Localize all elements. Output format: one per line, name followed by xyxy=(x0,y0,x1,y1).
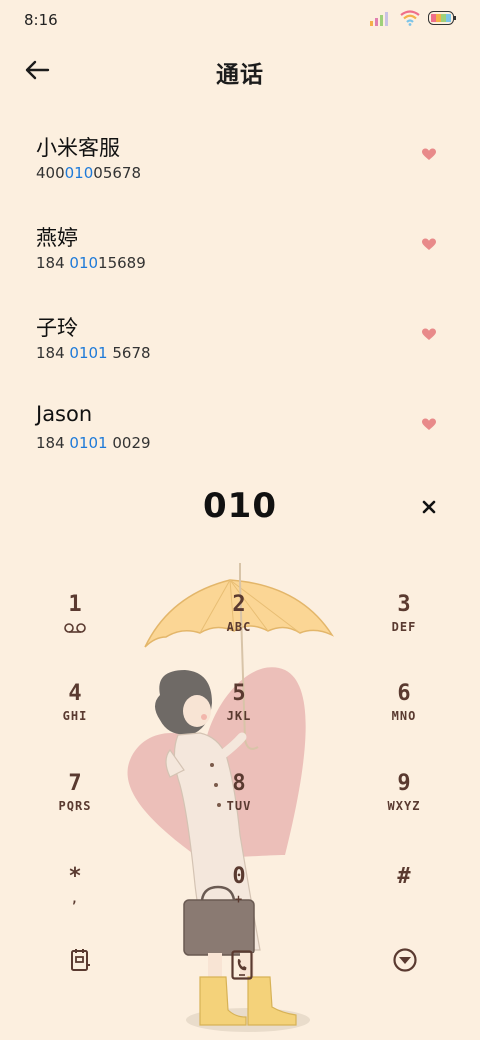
key-letters: DEF xyxy=(391,620,417,634)
key-digit: 2 xyxy=(232,592,246,617)
contacts-book-icon xyxy=(71,949,90,971)
status-icons xyxy=(370,10,456,26)
contact-number: 184 0101 0029 xyxy=(36,434,151,452)
contact-number: 184 0101 5678 xyxy=(36,344,151,362)
signal-icon xyxy=(370,12,388,26)
status-time: 8:16 xyxy=(24,11,58,29)
number-part: 0029 xyxy=(107,434,151,452)
clear-digit-button[interactable] xyxy=(416,494,442,520)
key-9[interactable]: 9 WXYZ xyxy=(344,771,464,851)
key-letters: MNO xyxy=(391,709,417,723)
number-part: 184 xyxy=(36,434,70,452)
key-4[interactable]: 4 GHI xyxy=(15,681,135,761)
key-digit: * xyxy=(68,864,82,889)
heart-icon xyxy=(422,418,436,430)
key-6[interactable]: 6 MNO xyxy=(344,681,464,761)
key-digit: 5 xyxy=(232,681,246,706)
key-letters: WXYZ xyxy=(387,799,421,813)
contacts-button[interactable] xyxy=(50,935,110,985)
key-letters: + xyxy=(234,892,244,906)
key-0[interactable]: 0 + xyxy=(179,864,299,944)
key-digit: 7 xyxy=(68,771,82,796)
key-letters: GHI xyxy=(62,709,88,723)
key-letters: TUV xyxy=(226,799,252,813)
key-digit: 1 xyxy=(68,592,82,617)
contact-item[interactable]: 小米客服 40001005678 xyxy=(0,120,480,210)
key-digit: # xyxy=(397,864,411,889)
key-5[interactable]: 5 JKL xyxy=(179,681,299,761)
heart-icon xyxy=(422,238,436,250)
number-match: 010 xyxy=(69,254,99,272)
key-letters: PQRS xyxy=(58,799,92,813)
number-part: 400 xyxy=(36,164,65,182)
key-hash[interactable]: # xyxy=(344,864,464,944)
number-part: 05678 xyxy=(93,164,141,182)
key-digit: 6 xyxy=(397,681,411,706)
call-button[interactable] xyxy=(212,940,272,990)
voicemail-icon xyxy=(64,623,86,633)
contact-item[interactable]: 燕婷 184 01015689 xyxy=(0,210,480,300)
header: 通话 xyxy=(0,44,480,96)
key-8[interactable]: 8 TUV xyxy=(179,771,299,851)
key-digit: 9 xyxy=(397,771,411,796)
collapse-keypad-button[interactable] xyxy=(375,935,435,985)
status-bar: 8:16 xyxy=(0,0,480,40)
dial-display: 010 xyxy=(0,486,480,530)
number-part: 15689 xyxy=(98,254,146,272)
key-2[interactable]: 2 ABC xyxy=(179,592,299,672)
phone-call-icon xyxy=(231,950,253,980)
number-part: 184 xyxy=(36,344,70,362)
number-part: 5678 xyxy=(107,344,151,362)
page-title: 通话 xyxy=(216,62,264,88)
dialed-number: 010 xyxy=(203,486,277,526)
key-digit: 0 xyxy=(232,864,246,889)
key-letters: , xyxy=(70,892,80,906)
contact-name: 燕婷 xyxy=(36,226,78,250)
contact-suggestion-list: 小米客服 40001005678 燕婷 184 01015689 子玲 184 … xyxy=(0,120,480,480)
number-part: 184 xyxy=(36,254,70,272)
number-match: 0101 xyxy=(69,434,108,452)
number-match: 010 xyxy=(64,164,94,182)
contact-item[interactable]: 子玲 184 0101 5678 xyxy=(0,300,480,390)
wifi-icon xyxy=(400,10,420,26)
key-digit: 8 xyxy=(232,771,246,796)
key-digit: 4 xyxy=(68,681,82,706)
contact-name: 小米客服 xyxy=(36,136,120,160)
key-digit: 3 xyxy=(397,592,411,617)
contact-number: 40001005678 xyxy=(36,164,141,182)
contact-name: Jason xyxy=(36,402,93,426)
close-icon xyxy=(422,500,436,514)
dialer-screen: 8:16 通话 小米客服 40001005678 燕婷 184 01015689… xyxy=(0,0,480,1040)
battery-icon xyxy=(428,11,456,25)
contact-number: 184 01015689 xyxy=(36,254,146,272)
key-1[interactable]: 1 xyxy=(15,592,135,672)
contact-name: 子玲 xyxy=(36,316,78,340)
collapse-keypad-icon xyxy=(393,948,417,972)
key-star[interactable]: * , xyxy=(15,864,135,944)
number-match: 0101 xyxy=(69,344,108,362)
key-7[interactable]: 7 PQRS xyxy=(15,771,135,851)
key-letters: ABC xyxy=(226,620,252,634)
heart-icon xyxy=(422,148,436,160)
heart-icon xyxy=(422,328,436,340)
key-3[interactable]: 3 DEF xyxy=(344,592,464,672)
key-letters: JKL xyxy=(226,709,252,723)
contact-item[interactable]: Jason 184 0101 0029 xyxy=(0,390,480,480)
